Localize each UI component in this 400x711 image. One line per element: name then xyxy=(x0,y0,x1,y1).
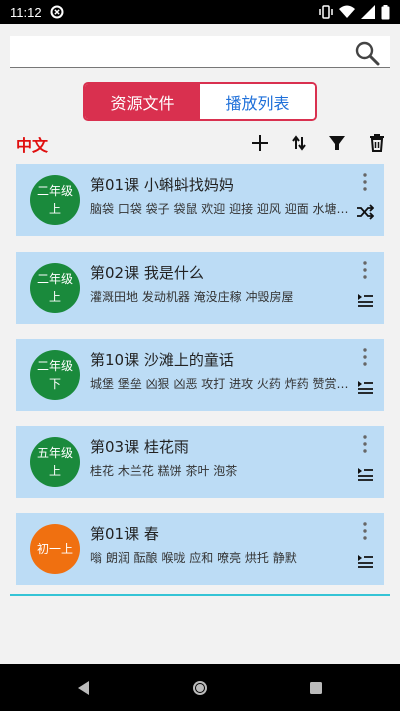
vibrate-icon xyxy=(319,5,333,19)
grade-badge-line1: 五年级 xyxy=(36,446,73,460)
list-item[interactable]: 初一上 第01课 春 嗡 朗润 酝酿 喉咙 应和 嘹亮 烘托 静默 xyxy=(16,513,384,585)
list-play-icon[interactable] xyxy=(356,466,374,482)
add-icon[interactable] xyxy=(249,132,271,154)
lesson-words: 桂花 木兰花 糕饼 茶叶 泡茶 xyxy=(90,464,238,478)
delete-icon[interactable] xyxy=(366,132,388,154)
list-item[interactable]: 五年级 上 第03课 桂花雨 桂花 木兰花 糕饼 茶叶 泡茶 xyxy=(16,426,384,498)
grade-badge-line2: 上 xyxy=(48,464,61,478)
lesson-words: 脑袋 口袋 袋子 袋鼠 欢迎 迎接 迎风 迎面 水塘… xyxy=(90,202,349,216)
lesson-words: 城堡 堡垒 凶狠 凶恶 攻打 进攻 火药 炸药 赞赏… xyxy=(90,377,349,391)
more-vert-icon[interactable] xyxy=(360,347,370,367)
app-notification-icon xyxy=(50,5,64,19)
grade-badge-line2: 上 xyxy=(48,202,61,216)
lesson-words: 嗡 朗润 酝酿 喉咙 应和 嘹亮 烘托 静默 xyxy=(90,551,297,565)
grade-badge-line1: 二年级 xyxy=(36,272,73,286)
grade-badge: 二年级 上 xyxy=(30,263,80,313)
lesson-title: 第10课 沙滩上的童话 xyxy=(90,351,234,369)
back-icon[interactable] xyxy=(74,678,94,698)
grade-badge-line1: 二年级 xyxy=(36,184,73,198)
list-play-icon[interactable] xyxy=(356,292,374,308)
list-item[interactable]: 二年级 上 第01课 小蝌蚪找妈妈 脑袋 口袋 袋子 袋鼠 欢迎 迎接 迎风 迎… xyxy=(16,164,384,236)
grade-badge-line1: 二年级 xyxy=(36,359,73,373)
filter-icon[interactable] xyxy=(326,132,348,154)
tab-group: 资源文件 播放列表 xyxy=(83,82,317,121)
wifi-icon xyxy=(339,5,355,18)
tab-resource-files[interactable]: 资源文件 xyxy=(85,84,200,119)
status-bar: 11:12 xyxy=(0,0,400,24)
more-vert-icon[interactable] xyxy=(360,434,370,454)
grade-badge: 初一上 xyxy=(30,524,80,574)
grade-badge-line1: 初一上 xyxy=(36,542,73,556)
grade-badge-line2: 下 xyxy=(48,377,61,391)
search-input[interactable] xyxy=(10,36,350,66)
toolbar: 中文 xyxy=(0,130,400,156)
search-icon[interactable] xyxy=(354,40,380,66)
home-icon[interactable] xyxy=(190,678,210,698)
signal-icon xyxy=(361,5,375,19)
tab-playlist[interactable]: 播放列表 xyxy=(200,84,315,119)
list-play-icon[interactable] xyxy=(356,553,374,569)
grade-badge: 五年级 上 xyxy=(30,437,80,487)
language-selector[interactable]: 中文 xyxy=(16,132,48,156)
shuffle-icon[interactable] xyxy=(356,204,374,220)
more-vert-icon[interactable] xyxy=(360,521,370,541)
lesson-words: 灌溉田地 发动机器 淹没庄稼 冲毁房屋 xyxy=(90,290,294,304)
grade-badge: 二年级 上 xyxy=(30,175,80,225)
recents-icon[interactable] xyxy=(306,678,326,698)
search-bar xyxy=(10,36,390,68)
grade-badge: 二年级 下 xyxy=(30,350,80,400)
list-item[interactable]: 二年级 上 第02课 我是什么 灌溉田地 发动机器 淹没庄稼 冲毁房屋 xyxy=(16,252,384,324)
sort-icon[interactable] xyxy=(288,132,310,154)
lesson-title: 第01课 春 xyxy=(90,525,159,543)
more-vert-icon[interactable] xyxy=(360,260,370,280)
list-play-icon[interactable] xyxy=(356,379,374,395)
more-vert-icon[interactable] xyxy=(360,172,370,192)
lesson-title: 第03课 桂花雨 xyxy=(90,438,189,456)
battery-icon xyxy=(381,4,390,19)
system-nav-bar xyxy=(0,664,400,711)
list-item[interactable]: 二年级 下 第10课 沙滩上的童话 城堡 堡垒 凶狠 凶恶 攻打 进攻 火药 炸… xyxy=(16,339,384,411)
grade-badge-line2: 上 xyxy=(48,290,61,304)
lesson-title: 第02课 我是什么 xyxy=(90,264,204,282)
list-end-divider xyxy=(10,594,390,596)
status-time: 11:12 xyxy=(10,4,42,20)
lesson-title: 第01课 小蝌蚪找妈妈 xyxy=(90,176,234,194)
